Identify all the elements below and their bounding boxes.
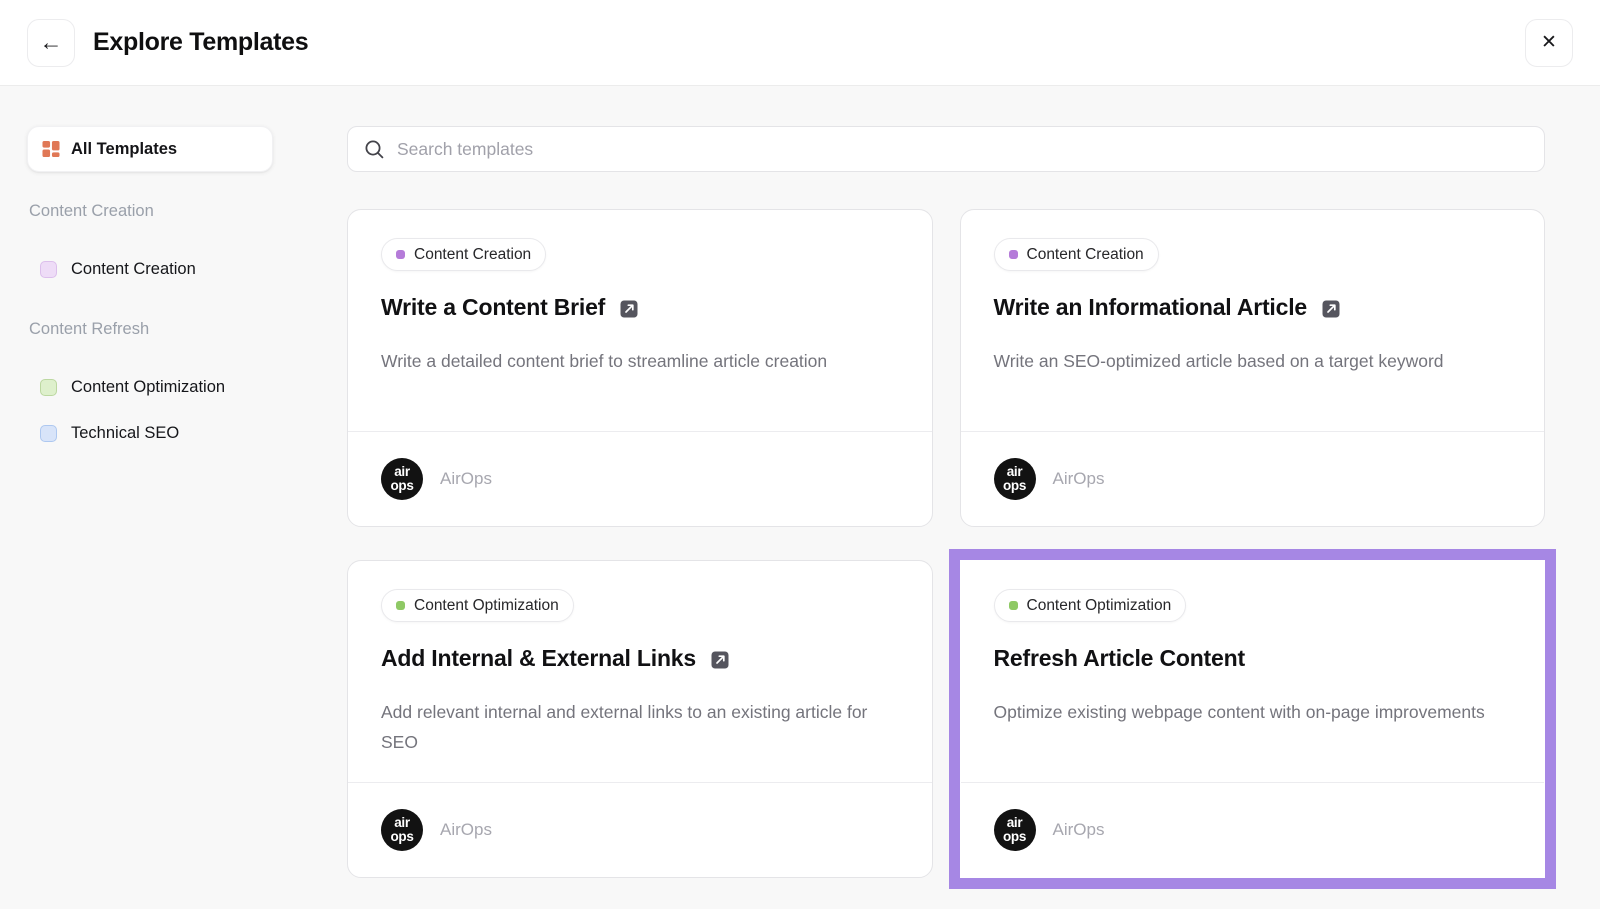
card-title: Write a Content Brief bbox=[381, 294, 605, 321]
main-panel: Content Creation Write a Content Brief bbox=[347, 126, 1545, 878]
badge-dot-icon bbox=[1009, 601, 1018, 610]
page-title: Explore Templates bbox=[93, 28, 308, 57]
sidebar-item-all-templates[interactable]: All Templates bbox=[27, 126, 273, 172]
card-body: Content Creation Write a Content Brief bbox=[348, 210, 932, 431]
category-badge: Content Creation bbox=[381, 238, 546, 271]
badge-label: Content Creation bbox=[414, 246, 531, 264]
template-card-write-an-informational-article[interactable]: Content Creation Write an Informational … bbox=[960, 209, 1546, 527]
card-footer: air ops AirOps bbox=[961, 431, 1545, 526]
template-card-add-internal-external-links[interactable]: Content Optimization Add Internal & Exte… bbox=[347, 560, 933, 878]
template-card-write-a-content-brief[interactable]: Content Creation Write a Content Brief bbox=[347, 209, 933, 527]
airops-logo-icon: air ops bbox=[994, 458, 1036, 500]
card-description: Add relevant internal and external links… bbox=[381, 697, 891, 757]
sidebar-item-label: Content Creation bbox=[71, 260, 196, 279]
publisher-name: AirOps bbox=[1053, 469, 1105, 489]
header: ← Explore Templates ✕ bbox=[0, 0, 1600, 86]
card-body: Content Creation Write an Informational … bbox=[961, 210, 1545, 431]
sidebar-item-label: Content Optimization bbox=[71, 378, 225, 397]
search-bar bbox=[347, 126, 1545, 172]
category-swatch bbox=[40, 261, 57, 278]
external-link-icon[interactable] bbox=[620, 300, 638, 318]
category-badge: Content Optimization bbox=[994, 589, 1187, 622]
card-footer: air ops AirOps bbox=[348, 431, 932, 526]
publisher-name: AirOps bbox=[1053, 820, 1105, 840]
content-layout: All Templates Content Creation Content C… bbox=[0, 86, 1600, 878]
logo-text-top: air bbox=[1007, 816, 1023, 830]
sidebar-section-heading: Content Creation bbox=[29, 202, 271, 221]
card-title: Refresh Article Content bbox=[994, 645, 1245, 672]
close-icon: ✕ bbox=[1541, 33, 1557, 52]
card-description: Write a detailed content brief to stream… bbox=[381, 346, 891, 376]
external-link-icon[interactable] bbox=[1322, 300, 1340, 318]
logo-text-bottom: ops bbox=[390, 479, 413, 493]
sidebar-item-label: All Templates bbox=[71, 140, 177, 159]
search-input[interactable] bbox=[397, 139, 1528, 160]
external-link-icon[interactable] bbox=[711, 651, 729, 669]
back-arrow-icon: ← bbox=[40, 31, 63, 54]
category-badge: Content Creation bbox=[994, 238, 1159, 271]
card-description: Write an SEO-optimized article based on … bbox=[994, 346, 1504, 376]
card-body: Content Optimization Refresh Article Con… bbox=[961, 561, 1545, 782]
badge-label: Content Optimization bbox=[414, 597, 559, 615]
sidebar-item-technical-seo[interactable]: Technical SEO bbox=[40, 424, 273, 443]
logo-text-bottom: ops bbox=[1003, 479, 1026, 493]
logo-text-top: air bbox=[394, 465, 410, 479]
sidebar-item-content-optimization[interactable]: Content Optimization bbox=[40, 378, 273, 397]
card-title: Add Internal & External Links bbox=[381, 645, 696, 672]
badge-dot-icon bbox=[396, 601, 405, 610]
category-swatch bbox=[40, 379, 57, 396]
logo-text-top: air bbox=[394, 816, 410, 830]
logo-text-top: air bbox=[1007, 465, 1023, 479]
template-card-refresh-article-content[interactable]: Content Optimization Refresh Article Con… bbox=[960, 560, 1546, 878]
sidebar-item-content-creation[interactable]: Content Creation bbox=[40, 260, 273, 279]
template-grid: Content Creation Write a Content Brief bbox=[347, 209, 1545, 878]
publisher-name: AirOps bbox=[440, 469, 492, 489]
sidebar-item-label: Technical SEO bbox=[71, 424, 179, 443]
airops-logo-icon: air ops bbox=[381, 809, 423, 851]
publisher-name: AirOps bbox=[440, 820, 492, 840]
back-button[interactable]: ← bbox=[27, 19, 75, 67]
logo-text-bottom: ops bbox=[390, 830, 413, 844]
badge-label: Content Optimization bbox=[1027, 597, 1172, 615]
category-swatch bbox=[40, 425, 57, 442]
card-title: Write an Informational Article bbox=[994, 294, 1308, 321]
card-footer: air ops AirOps bbox=[961, 782, 1545, 877]
logo-text-bottom: ops bbox=[1003, 830, 1026, 844]
badge-dot-icon bbox=[396, 250, 405, 259]
close-button[interactable]: ✕ bbox=[1525, 19, 1573, 67]
badge-dot-icon bbox=[1009, 250, 1018, 259]
sidebar: All Templates Content Creation Content C… bbox=[27, 126, 273, 878]
sidebar-section-heading: Content Refresh bbox=[29, 320, 271, 339]
card-body: Content Optimization Add Internal & Exte… bbox=[348, 561, 932, 782]
card-description: Optimize existing webpage content with o… bbox=[994, 697, 1504, 727]
airops-logo-icon: air ops bbox=[994, 809, 1036, 851]
card-footer: air ops AirOps bbox=[348, 782, 932, 877]
airops-logo-icon: air ops bbox=[381, 458, 423, 500]
grid-icon bbox=[42, 140, 60, 158]
category-badge: Content Optimization bbox=[381, 589, 574, 622]
badge-label: Content Creation bbox=[1027, 246, 1144, 264]
search-icon bbox=[364, 139, 385, 160]
